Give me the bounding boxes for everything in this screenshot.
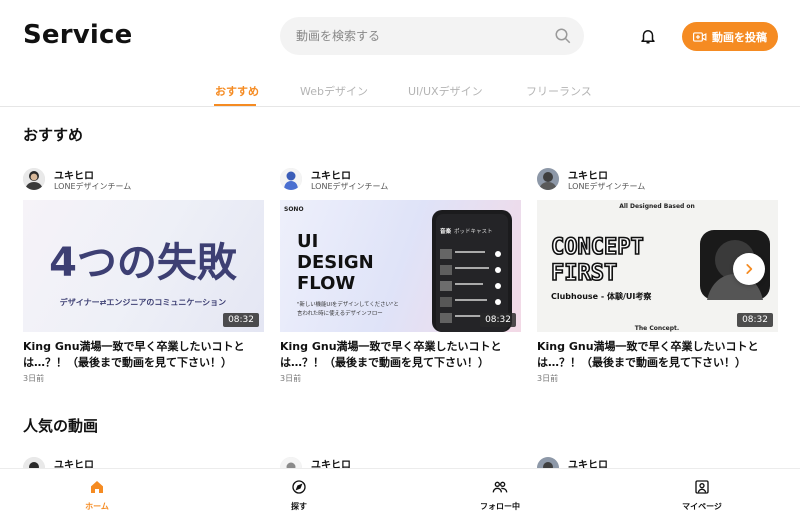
phone-tab-podcast: ポッドキャスト — [454, 228, 493, 235]
thumbnail-brand: SONO — [284, 206, 304, 213]
category-tabs: おすすめ Webデザイン UI/UXデザイン フリーランス — [0, 72, 800, 107]
tab-recommended[interactable]: おすすめ — [215, 83, 259, 99]
section-title-recommended: おすすめ — [23, 126, 84, 144]
search-bar[interactable] — [280, 17, 584, 55]
author-row[interactable]: ユキヒロ LONEデザインチーム — [280, 167, 521, 193]
author-row[interactable]: ユキヒロ LONEデザインチーム — [537, 167, 778, 193]
tab-web-design[interactable]: Webデザイン — [300, 83, 368, 99]
home-icon — [91, 481, 103, 493]
author-team: LONEデザインチーム — [568, 182, 646, 191]
chevron-right-icon — [746, 264, 753, 274]
duration-badge: 08:32 — [480, 313, 516, 327]
video-title[interactable]: King Gnu満場一致で早く卒業したいコトとは…？！（最後まで動画を見て下さい… — [280, 339, 521, 371]
header: Service 動画を投稿 — [0, 0, 800, 72]
video-date: 3日前 — [23, 374, 45, 383]
thumbnail-line-2: DESIGN — [297, 252, 374, 273]
duration-badge: 08:32 — [737, 313, 773, 327]
video-plus-icon — [693, 31, 707, 42]
users-icon — [492, 481, 508, 493]
video-date: 3日前 — [537, 374, 559, 383]
thumbnail-subheading: Clubhouse - 体験/UI考察 — [551, 291, 652, 301]
phone-tab-music: 音楽 — [440, 227, 452, 235]
nav-mypage[interactable]: マイページ — [662, 479, 742, 512]
video-date: 3日前 — [280, 374, 302, 383]
nav-following[interactable]: フォロー中 — [460, 479, 540, 512]
author-name[interactable]: ユキヒロ — [568, 167, 608, 182]
thumbnail-subheading: デザイナー⇄エンジニアのコミュニケーション — [60, 297, 226, 307]
thumbnail-heading: 4つの失敗 — [49, 240, 238, 286]
logo[interactable]: Service — [23, 20, 133, 50]
duration-badge: 08:32 — [223, 313, 259, 327]
video-title[interactable]: King Gnu満場一致で早く卒業したいコトとは…？！（最後まで動画を見て下さい… — [537, 339, 778, 371]
video-thumbnail[interactable]: 4つの失敗 デザイナー⇄エンジニアのコミュニケーション 08:32 — [23, 200, 264, 332]
nav-home-label: ホーム — [85, 502, 109, 511]
video-title[interactable]: King Gnu満場一致で早く卒業したいコトとは…？！（最後まで動画を見て下さい… — [23, 339, 264, 371]
author-row[interactable]: ユキヒロ LONEデザインチーム — [23, 167, 264, 193]
thumbnail-top-text: All Designed Based on — [619, 203, 695, 210]
bell-icon[interactable] — [639, 27, 657, 45]
video-thumbnail[interactable]: SONO UI DESIGN FLOW "新しい機能UIをデザインしてください"… — [280, 200, 521, 332]
compass-icon — [292, 480, 306, 494]
thumbnail-line-1: CONCEPT — [551, 235, 644, 260]
post-video-button[interactable]: 動画を投稿 — [682, 22, 778, 51]
avatar[interactable] — [537, 168, 559, 190]
thumbnail-line-2: FIRST — [551, 261, 617, 286]
nav-home[interactable]: ホーム — [57, 479, 137, 512]
carousel-next-button[interactable] — [733, 253, 765, 285]
thumbnail-line-3: FLOW — [297, 273, 355, 294]
thumbnail-line-1: UI — [297, 231, 318, 252]
nav-following-label: フォロー中 — [480, 502, 520, 511]
section-title-popular: 人気の動画 — [23, 417, 99, 435]
author-name[interactable]: ユキヒロ — [311, 167, 351, 182]
tab-uiux-design[interactable]: UI/UXデザイン — [408, 83, 483, 99]
search-icon[interactable] — [554, 27, 572, 45]
tab-freelance[interactable]: フリーランス — [526, 83, 592, 99]
author-name[interactable]: ユキヒロ — [54, 167, 94, 182]
active-tab-indicator — [214, 104, 256, 106]
avatar[interactable] — [23, 168, 45, 190]
user-square-icon — [695, 480, 709, 494]
nav-explore-label: 探す — [291, 502, 307, 511]
author-team: LONEデザインチーム — [311, 182, 389, 191]
thumbnail-sub-2: 言われた時に使えるデザインフロー — [297, 309, 383, 317]
nav-explore[interactable]: 探す — [259, 479, 339, 512]
avatar[interactable] — [280, 168, 302, 190]
thumbnail-sub-1: "新しい機能UIをデザインしてください"と — [297, 300, 399, 308]
search-input[interactable] — [296, 26, 546, 46]
bottom-navigation: ホーム 探す フォロー中 マイページ — [0, 468, 800, 525]
nav-mypage-label: マイページ — [682, 502, 722, 511]
thumbnail-bottom-text: The Concept. — [635, 325, 679, 332]
post-video-label: 動画を投稿 — [712, 30, 767, 44]
author-team: LONEデザインチーム — [54, 182, 132, 191]
